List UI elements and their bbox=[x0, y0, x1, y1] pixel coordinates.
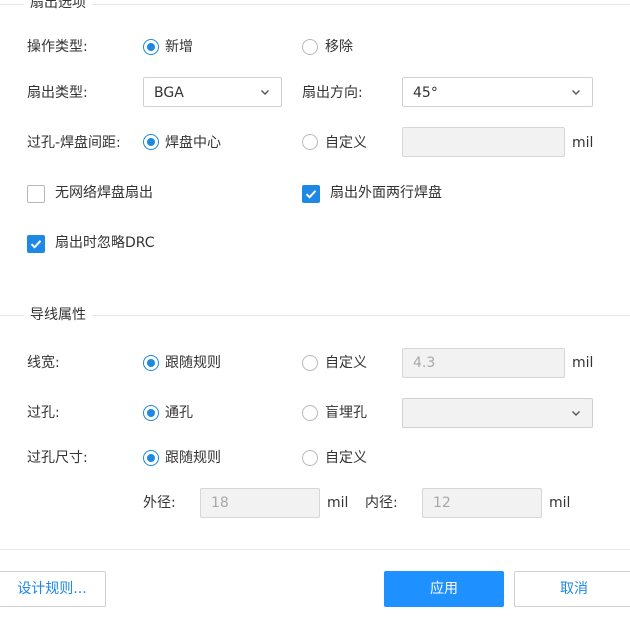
outer-two-rows-label[interactable]: 扇出外面两行焊盘 bbox=[330, 183, 442, 203]
wire-width-label: 线宽: bbox=[27, 355, 60, 371]
outer-diameter-unit: mil bbox=[327, 495, 349, 511]
via-size-custom-radio[interactable] bbox=[302, 450, 318, 466]
fanout-type-select[interactable]: BGA bbox=[143, 77, 282, 107]
op-type-remove-label[interactable]: 移除 bbox=[325, 37, 353, 57]
via-pad-custom-label[interactable]: 自定义 bbox=[325, 133, 367, 153]
via-blind-buried-label[interactable]: 盲埋孔 bbox=[325, 403, 367, 423]
wire-width-follow-rule-label[interactable]: 跟随规则 bbox=[165, 353, 221, 373]
inner-diameter-input[interactable]: 12 bbox=[422, 488, 542, 518]
via-pad-spacing-unit: mil bbox=[572, 135, 594, 151]
outer-two-rows-checkbox[interactable] bbox=[302, 185, 320, 203]
chevron-down-icon bbox=[570, 86, 582, 102]
via-pad-center-label[interactable]: 焊盘中心 bbox=[165, 133, 221, 153]
outer-diameter-input[interactable]: 18 bbox=[200, 488, 320, 518]
inner-diameter-label: 内径: bbox=[365, 495, 398, 511]
chevron-down-icon bbox=[570, 407, 582, 423]
no-net-pad-fanout-label[interactable]: 无网络焊盘扇出 bbox=[55, 183, 153, 203]
via-blind-buried-radio[interactable] bbox=[302, 405, 318, 421]
apply-button[interactable]: 应用 bbox=[384, 571, 504, 607]
op-type-remove-radio[interactable] bbox=[302, 39, 318, 55]
via-through-hole-radio[interactable] bbox=[143, 405, 159, 421]
wire-width-input[interactable]: 4.3 bbox=[402, 348, 565, 378]
ignore-drc-checkbox[interactable] bbox=[27, 235, 45, 253]
via-pad-custom-radio[interactable] bbox=[302, 134, 318, 150]
via-through-hole-label[interactable]: 通孔 bbox=[165, 403, 193, 423]
outer-diameter-label: 外径: bbox=[143, 495, 176, 511]
via-size-follow-rule-label[interactable]: 跟随规则 bbox=[165, 448, 221, 468]
via-blind-buried-select[interactable] bbox=[402, 398, 593, 428]
cancel-button[interactable]: 取消 bbox=[514, 571, 630, 607]
fanout-section-line bbox=[0, 4, 630, 5]
inner-diameter-unit: mil bbox=[549, 495, 571, 511]
fanout-type-value: BGA bbox=[154, 85, 184, 101]
via-pad-spacing-input[interactable] bbox=[402, 127, 565, 157]
via-type-label: 过孔: bbox=[27, 405, 60, 421]
op-type-add-radio[interactable] bbox=[143, 39, 159, 55]
wire-width-custom-radio[interactable] bbox=[302, 355, 318, 371]
via-size-label: 过孔尺寸: bbox=[27, 450, 88, 466]
fanout-direction-select[interactable]: 45° bbox=[402, 77, 593, 107]
checkmark-icon bbox=[30, 240, 42, 249]
via-size-follow-rule-radio[interactable] bbox=[143, 450, 159, 466]
op-type-add-label[interactable]: 新增 bbox=[165, 37, 193, 57]
via-size-custom-label[interactable]: 自定义 bbox=[325, 448, 367, 468]
via-pad-spacing-label: 过孔-焊盘间距: bbox=[27, 135, 121, 151]
checkmark-icon bbox=[305, 190, 317, 199]
ignore-drc-label[interactable]: 扇出时忽略DRC bbox=[55, 233, 155, 253]
no-net-pad-fanout-checkbox[interactable] bbox=[27, 185, 45, 203]
fanout-direction-value: 45° bbox=[413, 85, 438, 101]
fanout-direction-label: 扇出方向: bbox=[302, 85, 363, 101]
chevron-down-icon bbox=[259, 86, 271, 102]
design-rules-button[interactable]: 设计规则... bbox=[0, 571, 106, 607]
wire-width-unit: mil bbox=[572, 355, 594, 371]
footer-divider bbox=[0, 549, 630, 550]
wire-width-custom-label[interactable]: 自定义 bbox=[325, 353, 367, 373]
wire-section-line bbox=[0, 315, 630, 316]
fanout-section-title: 扇出选项 bbox=[24, 0, 92, 12]
via-pad-center-radio[interactable] bbox=[143, 134, 159, 150]
wire-width-follow-rule-radio[interactable] bbox=[143, 355, 159, 371]
op-type-label: 操作类型: bbox=[27, 39, 88, 55]
wire-section-title: 导线属性 bbox=[24, 306, 92, 324]
fanout-type-label: 扇出类型: bbox=[27, 85, 88, 101]
